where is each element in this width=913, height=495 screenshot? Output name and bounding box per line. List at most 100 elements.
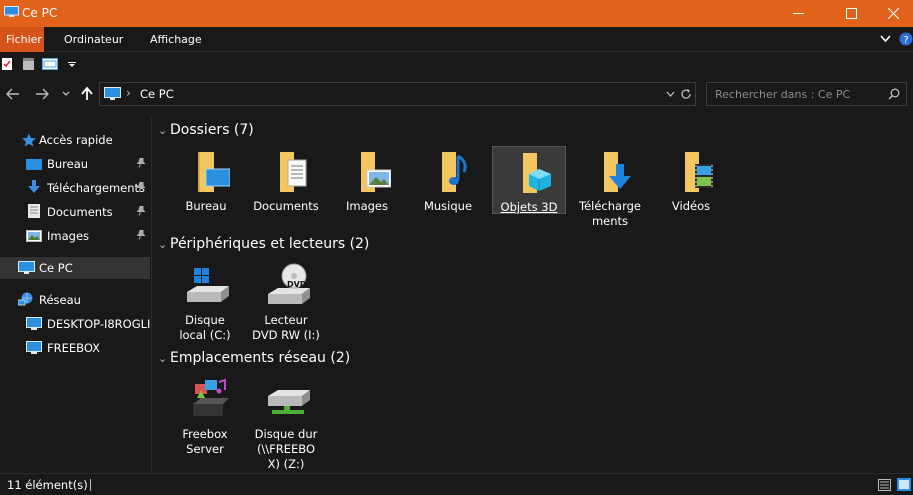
new-folder-icon[interactable] xyxy=(22,57,35,71)
section-folders-header[interactable]: ⌄ Dossiers (7) xyxy=(158,122,254,138)
document-icon xyxy=(28,204,40,218)
item-label: Images xyxy=(345,199,388,213)
sidebar-label: DESKTOP-I8ROGLI xyxy=(47,317,151,331)
chevron-down-icon: ⌄ xyxy=(158,352,168,365)
download-arrow-icon xyxy=(28,180,40,193)
search-box[interactable]: Rechercher dans : Ce PC xyxy=(706,82,907,106)
folder-bureau[interactable]: Bureau xyxy=(169,148,243,214)
sidebar-label: Bureau xyxy=(47,157,89,171)
section-network-header[interactable]: ⌄ Emplacements réseau (2) xyxy=(158,350,350,366)
sidebar-item-freebox[interactable]: FREEBOX xyxy=(0,337,150,359)
breadcrumb-ce-pc[interactable]: Ce PC xyxy=(140,87,174,101)
item-label: Disque local (C:) xyxy=(179,313,231,342)
maximize-button[interactable] xyxy=(828,0,874,27)
sidebar-item-documents[interactable]: Documents xyxy=(0,201,150,223)
pin-icon[interactable] xyxy=(137,206,145,216)
chevron-down-icon[interactable] xyxy=(880,35,891,43)
section-devices-header[interactable]: ⌄ Périphériques et lecteurs (2) xyxy=(158,236,369,252)
sidebar-item-bureau[interactable]: Bureau xyxy=(0,153,150,175)
quick-access-toolbar xyxy=(0,52,913,77)
search-icon[interactable] xyxy=(888,88,900,100)
navigation-pane: Accès rapide Bureau Téléchargements Docu… xyxy=(0,118,150,473)
close-button[interactable] xyxy=(870,0,913,27)
sidebar-item-ce-pc[interactable]: Ce PC xyxy=(0,257,150,279)
sidebar-label: FREEBOX xyxy=(47,341,101,355)
customize-dropdown-icon[interactable] xyxy=(68,62,76,68)
sidebar-item-telechargements[interactable]: Téléchargements xyxy=(0,177,150,199)
item-label: Bureau xyxy=(185,199,227,213)
section-title: Périphériques et lecteurs (2) xyxy=(170,236,370,252)
vertical-scrollbar[interactable] xyxy=(897,110,913,473)
downloads-folder-icon xyxy=(604,152,631,192)
media-server-icon xyxy=(193,378,229,416)
pin-icon[interactable] xyxy=(137,158,145,168)
help-icon[interactable]: ? xyxy=(899,32,913,46)
this-pc-icon xyxy=(104,87,121,100)
recent-locations-chevron-icon[interactable] xyxy=(62,91,70,97)
search-placeholder: Rechercher dans : Ce PC xyxy=(715,88,851,101)
sidebar-item-reseau[interactable]: Réseau xyxy=(0,289,150,311)
item-label: Disque dur (\\FREEBO X) (Z:) xyxy=(254,427,318,471)
section-title: Dossiers (7) xyxy=(170,122,254,138)
network-freebox-server[interactable]: Freebox Server xyxy=(168,376,242,457)
item-label: Musique xyxy=(423,199,473,213)
sidebar-label: Téléchargements xyxy=(47,181,146,195)
content-pane: ⌄ Dossiers (7) Bureau Documents Images Mu… xyxy=(152,110,913,473)
pin-icon[interactable] xyxy=(137,230,145,240)
item-count: 11 élément(s) xyxy=(7,478,88,492)
folder-videos[interactable]: Vidéos xyxy=(654,148,728,214)
tab-ordinateur[interactable]: Ordinateur xyxy=(64,27,123,52)
rename-icon[interactable] xyxy=(42,58,58,70)
svg-text:?: ? xyxy=(903,35,908,46)
drive-local-c[interactable]: Disque local (C:) xyxy=(168,262,242,343)
details-view-icon[interactable] xyxy=(878,479,891,491)
close-icon xyxy=(887,8,899,19)
address-dropdown-icon[interactable] xyxy=(666,91,675,97)
tab-affichage[interactable]: Affichage xyxy=(150,27,202,52)
desktop-folder-icon xyxy=(198,152,231,192)
forward-arrow-icon[interactable] xyxy=(35,88,49,100)
back-arrow-icon[interactable] xyxy=(6,88,20,100)
computer-icon xyxy=(26,317,42,330)
sidebar-item-desktop-pc[interactable]: DESKTOP-I8ROGLI xyxy=(0,313,150,335)
sidebar-label: Réseau xyxy=(39,293,81,307)
folder-documents[interactable]: Documents xyxy=(249,148,323,214)
folder-images[interactable]: Images xyxy=(330,148,404,214)
folder-telechargements[interactable]: Télécharge ments xyxy=(573,148,647,229)
minimize-icon xyxy=(792,12,804,14)
up-arrow-icon[interactable] xyxy=(81,87,93,101)
item-label: Objets 3D xyxy=(500,200,558,214)
folder-objets-3d[interactable]: Objets 3D xyxy=(492,146,566,214)
computer-icon xyxy=(26,341,42,354)
address-bar[interactable]: › Ce PC xyxy=(99,82,696,106)
documents-folder-icon xyxy=(280,152,307,192)
pin-icon[interactable] xyxy=(137,182,145,192)
ribbon-tabs: Fichier Ordinateur Affichage ? xyxy=(0,27,913,52)
videos-folder-icon xyxy=(685,152,713,192)
drive-dvd-i[interactable]: DVD Lecteur DVD RW (I:) xyxy=(249,262,323,343)
item-label: Freebox Server xyxy=(182,427,228,456)
3d-objects-folder-icon xyxy=(523,153,551,193)
large-icons-view-icon[interactable] xyxy=(897,478,911,491)
status-bar: 11 élément(s) xyxy=(0,473,913,495)
sidebar-item-quick-access[interactable]: Accès rapide xyxy=(0,129,150,151)
chevron-down-icon: ⌄ xyxy=(158,124,168,137)
navigation-bar: › Ce PC Rechercher dans : Ce PC xyxy=(0,78,913,110)
folder-musique[interactable]: Musique xyxy=(411,148,485,214)
maximize-icon xyxy=(845,8,857,19)
sidebar-item-images[interactable]: Images xyxy=(0,225,150,247)
tab-fichier[interactable]: Fichier xyxy=(0,27,44,52)
item-label: Documents xyxy=(253,199,319,213)
chevron-down-icon: ⌄ xyxy=(158,238,168,251)
network-drive-z[interactable]: Disque dur (\\FREEBO X) (Z:) xyxy=(249,376,323,472)
picture-icon xyxy=(26,230,42,242)
refresh-icon[interactable] xyxy=(680,88,692,100)
network-drive-icon xyxy=(268,390,310,414)
sidebar-label: Accès rapide xyxy=(39,133,113,147)
minimize-button[interactable] xyxy=(775,0,821,27)
sidebar-label: Documents xyxy=(47,205,113,219)
item-label: Télécharge ments xyxy=(579,199,641,228)
item-label: Lecteur DVD RW (I:) xyxy=(252,313,320,342)
item-label: Vidéos xyxy=(671,199,711,213)
properties-icon[interactable] xyxy=(1,57,13,71)
